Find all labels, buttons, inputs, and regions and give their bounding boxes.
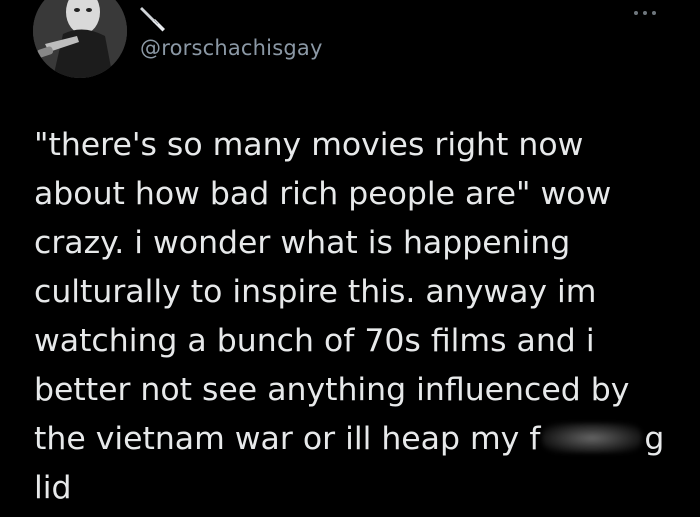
tweet-text-line: watching a bunch of 70s films and i [34, 323, 595, 359]
tweet-text-fragment: g [644, 421, 665, 457]
more-horizontal-icon [634, 11, 638, 15]
more-horizontal-icon-dot [643, 11, 647, 15]
masked-figure-avatar-image [33, 0, 127, 78]
user-handle[interactable]: @rorschachisgay [140, 36, 323, 60]
tweet-text-line: crazy. i wonder what is happening [34, 225, 571, 261]
knife-icon [139, 4, 167, 32]
tweet-text-line: culturally to inspire this. anyway im [34, 274, 597, 310]
tweet-text-line: "there's so many movies right now [34, 127, 584, 163]
tweet-text-fragment: the vietnam war or ill heap my f [34, 421, 541, 457]
more-options-button[interactable] [633, 6, 659, 20]
tweet-text-line: the vietnam war or ill heap my f g [34, 415, 674, 464]
more-horizontal-icon-dot [652, 11, 656, 15]
avatar[interactable] [33, 0, 127, 78]
censored-word-blur [542, 423, 643, 453]
tweet-text: "there's so many movies right now about … [34, 121, 674, 513]
tweet-card: @rorschachisgay "there's so many movies … [0, 0, 700, 517]
tweet-text-line: about how bad rich people are" wow [34, 176, 612, 212]
tweet-text-line: lid [34, 470, 72, 506]
tweet-text-line: better not see anything influenced by [34, 372, 630, 408]
